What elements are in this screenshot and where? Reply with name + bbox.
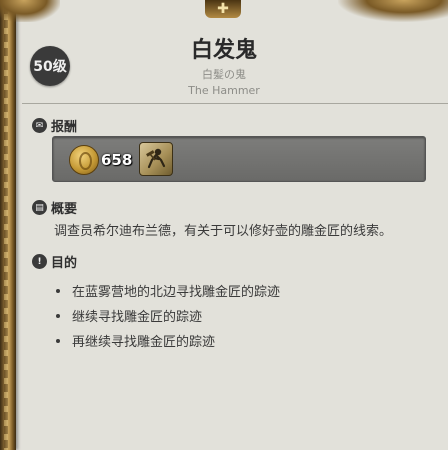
quest-title-en: The Hammer — [188, 84, 260, 97]
objectives-label: 目的 — [51, 256, 78, 271]
objective-item: 再继续寻找雕金匠的踪迹 — [56, 328, 280, 353]
objectives-section-header: ! 目的 — [32, 252, 77, 271]
rewards-box: 658 — [52, 136, 426, 182]
bullet-icon — [56, 313, 60, 318]
rewards-label: 报酬 — [51, 120, 78, 135]
gil-amount: 658 — [101, 151, 133, 169]
objectives-list: 在蓝雾营地的北边寻找雕金匠的踪迹 继续寻找雕金匠的踪迹 再继续寻找雕金匠的踪迹 — [56, 278, 280, 353]
crest-icon: ✚ — [205, 0, 241, 18]
quest-title-jp: 白髪の鬼 — [202, 68, 246, 81]
rewards-section-header: ✉ 报酬 — [32, 116, 77, 135]
ornate-corner-left — [0, 0, 60, 22]
ornate-corner-right — [338, 0, 448, 22]
objective-item: 继续寻找雕金匠的踪迹 — [56, 303, 280, 328]
objectives-icon: ! — [32, 254, 47, 269]
hammer-item-icon[interactable] — [139, 142, 173, 176]
rewards-icon: ✉ — [32, 118, 47, 133]
objective-item: 在蓝雾营地的北边寻找雕金匠的踪迹 — [56, 278, 280, 303]
summary-text: 调查员希尔迪布兰德，有关于可以修好壶的雕金匠的线索。 — [54, 224, 393, 239]
summary-section-header: ▤ 概要 — [32, 198, 77, 217]
summary-label: 概要 — [51, 202, 78, 217]
summary-icon: ▤ — [32, 200, 47, 215]
gil-coin-icon[interactable] — [69, 145, 99, 175]
quest-title: 白发鬼 — [190, 38, 257, 63]
bullet-icon — [56, 338, 60, 343]
header-divider — [22, 103, 448, 104]
bullet-icon — [56, 288, 60, 293]
